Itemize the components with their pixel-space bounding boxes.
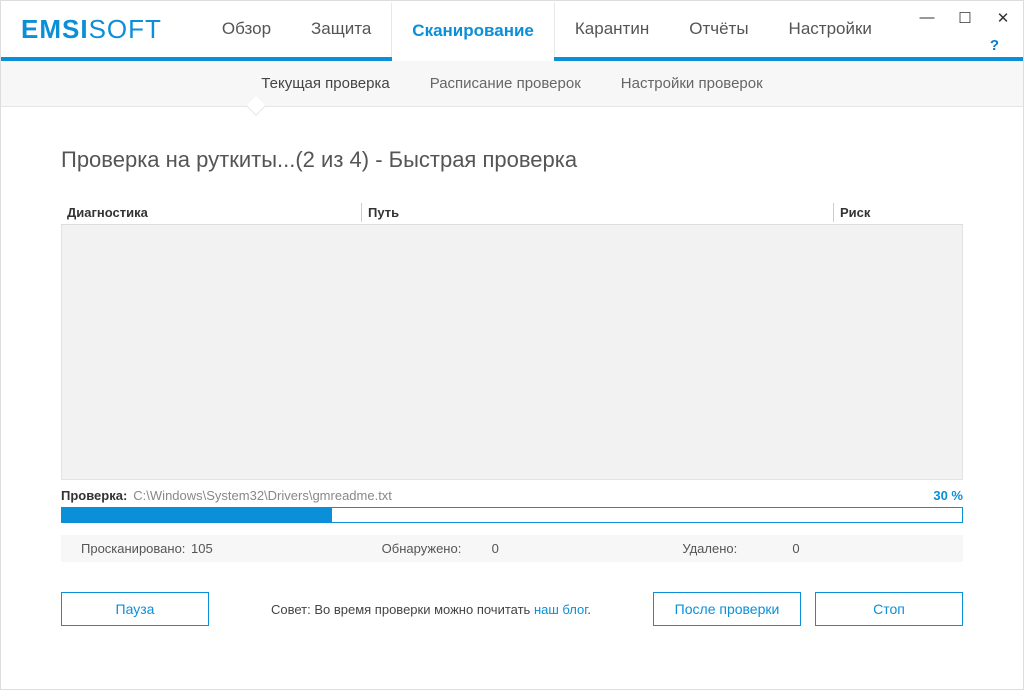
brand-logo: EMSISOFT [21, 14, 162, 45]
progress-bar-track [61, 507, 963, 523]
progress-file: C:\Windows\System32\Drivers\gmreadme.txt [133, 488, 392, 503]
stat-found-label: Обнаружено: [362, 541, 492, 556]
tip-suffix: . [587, 602, 591, 617]
stat-scanned-value: 105 [191, 541, 213, 556]
sub-nav-bar: Текущая проверка Расписание проверок Нас… [1, 61, 1023, 107]
results-table-header: Диагностика Путь Риск [61, 203, 963, 225]
nav-overview[interactable]: Обзор [202, 1, 291, 57]
progress-label: Проверка: [61, 488, 127, 503]
pause-button[interactable]: Пауза [61, 592, 209, 626]
close-icon[interactable]: ✕ [995, 9, 1011, 27]
nav-protection[interactable]: Защита [291, 1, 391, 57]
app-window: — ☐ ✕ ? EMSISOFT Обзор Защита Сканирован… [0, 0, 1024, 690]
col-risk[interactable]: Риск [833, 203, 963, 222]
brand-b: SOFT [89, 14, 162, 44]
tip-text: Совет: Во время проверки можно почитать … [223, 602, 639, 617]
brand-a: EMSI [21, 14, 89, 44]
window-controls: — ☐ ✕ [919, 9, 1011, 27]
nav-scan[interactable]: Сканирование [391, 1, 555, 57]
results-table-body [61, 225, 963, 480]
stat-deleted-label: Удалено: [662, 541, 792, 556]
sub-nav: Текущая проверка Расписание проверок Нас… [1, 61, 1023, 106]
bottom-row: Пауза Совет: Во время проверки можно поч… [61, 592, 963, 626]
nav-settings[interactable]: Настройки [769, 1, 892, 57]
maximize-icon[interactable]: ☐ [957, 9, 973, 27]
progress-percent: 30 % [933, 488, 963, 503]
stat-found: Обнаружено: 0 [362, 541, 663, 556]
after-scan-button[interactable]: После проверки [653, 592, 801, 626]
page-title: Проверка на руткиты...(2 из 4) - Быстрая… [61, 147, 963, 173]
content-area: Проверка на руткиты...(2 из 4) - Быстрая… [1, 107, 1023, 689]
stat-scanned: Просканировано: 105 [61, 541, 362, 556]
progress-bar-fill [62, 508, 332, 522]
stop-button[interactable]: Стоп [815, 592, 963, 626]
help-icon[interactable]: ? [990, 37, 999, 54]
nav-reports[interactable]: Отчёты [669, 1, 768, 57]
tip-link[interactable]: наш блог [534, 602, 587, 617]
progress-line: Проверка: C:\Windows\System32\Drivers\gm… [61, 488, 963, 503]
subnav-schedule[interactable]: Расписание проверок [430, 75, 581, 92]
stat-deleted-value: 0 [792, 541, 799, 556]
subnav-current-scan[interactable]: Текущая проверка [261, 75, 389, 92]
subnav-scan-settings[interactable]: Настройки проверок [621, 75, 763, 92]
stat-deleted: Удалено: 0 [662, 541, 963, 556]
nav-quarantine[interactable]: Карантин [555, 1, 669, 57]
stat-found-value: 0 [492, 541, 499, 556]
tip-prefix: Совет: Во время проверки можно почитать [271, 602, 534, 617]
col-diagnostics[interactable]: Диагностика [61, 203, 361, 222]
scan-stats: Просканировано: 105 Обнаружено: 0 Удален… [61, 535, 963, 562]
stat-scanned-label: Просканировано: [61, 541, 191, 556]
top-bar: EMSISOFT Обзор Защита Сканирование Каран… [1, 1, 1023, 61]
minimize-icon[interactable]: — [919, 9, 935, 27]
main-nav: Обзор Защита Сканирование Карантин Отчёт… [202, 1, 892, 57]
col-path[interactable]: Путь [361, 203, 833, 222]
